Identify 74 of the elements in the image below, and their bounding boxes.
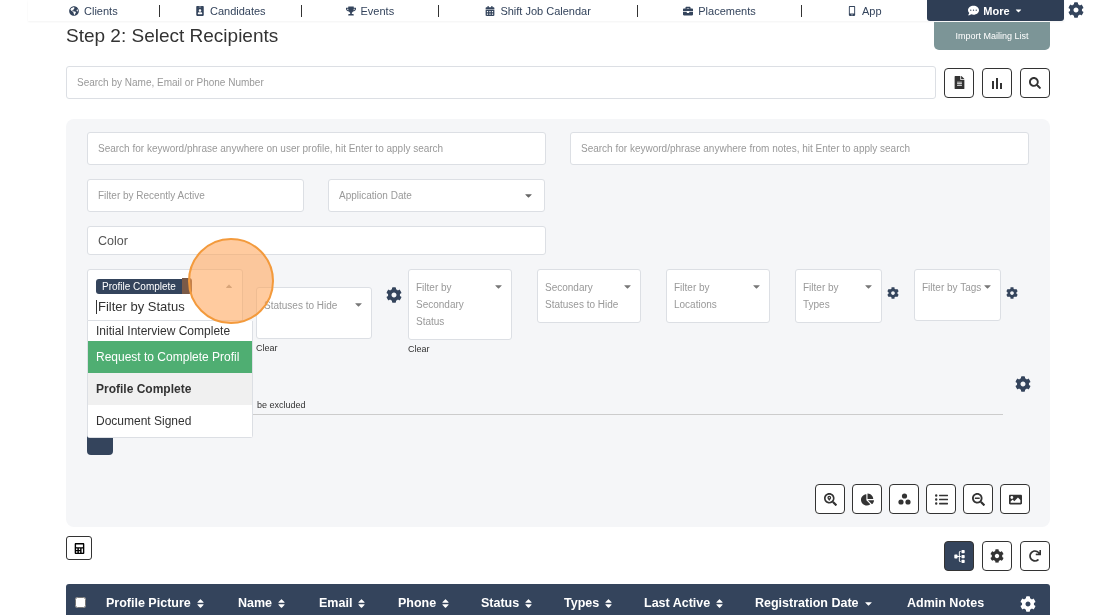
settings-icon[interactable] — [386, 287, 402, 303]
location-search-icon — [823, 492, 837, 506]
tool-button[interactable] — [815, 484, 845, 514]
dots-icon — [897, 493, 911, 505]
status-tag: Profile Complete — [96, 278, 182, 294]
sort-icon[interactable] — [603, 597, 615, 609]
chat-icon — [968, 5, 980, 16]
search-button[interactable] — [1020, 67, 1050, 98]
nav-link[interactable]: App — [801, 4, 927, 17]
document-button[interactable] — [944, 67, 974, 98]
nav-icon — [345, 5, 356, 16]
tool-button[interactable] — [852, 484, 882, 514]
refresh-icon — [1029, 550, 1041, 562]
nav-link[interactable]: Events — [301, 4, 439, 17]
tool-button[interactable] — [926, 484, 956, 514]
column-header[interactable]: Email — [319, 596, 398, 610]
nav-link[interactable]: Shift Job Calendar — [438, 4, 639, 17]
column-header[interactable]: Phone — [398, 596, 481, 610]
settings-icon[interactable] — [887, 287, 899, 299]
chart-button[interactable] — [982, 67, 1012, 98]
hierarchy-button[interactable] — [944, 541, 974, 571]
sort-icon[interactable] — [356, 597, 368, 609]
settings-icon[interactable] — [1015, 376, 1031, 392]
calculator-button[interactable] — [66, 536, 92, 560]
column-header[interactable]: Registration Date — [755, 596, 907, 610]
settings-icon[interactable] — [1068, 2, 1084, 18]
sort-icon[interactable] — [276, 597, 288, 609]
nav-link[interactable]: Placements — [638, 4, 802, 17]
nav-icon — [194, 5, 205, 16]
exclusion-note: be excluded — [257, 400, 306, 410]
tag-remove-icon[interactable] — [181, 278, 192, 294]
page-title: Step 2: Select Recipients — [66, 25, 279, 48]
caret-icon — [1013, 6, 1023, 15]
sort-icon[interactable] — [194, 597, 206, 609]
pie-chart-icon — [860, 492, 874, 506]
column-header[interactable]: Last Active — [644, 596, 755, 610]
clear-link[interactable]: Clear — [256, 343, 372, 353]
color-field[interactable]: Color — [87, 226, 546, 255]
tool-button[interactable] — [963, 484, 993, 514]
column-header[interactable]: Name — [238, 596, 319, 610]
column-header[interactable]: Status — [481, 596, 564, 610]
status-filter-input[interactable]: Filter by Status — [96, 300, 185, 314]
nav-icon — [683, 5, 694, 16]
column-header[interactable]: Profile Picture — [106, 596, 238, 610]
clear-link[interactable]: Clear — [408, 344, 512, 354]
image-icon — [1008, 492, 1022, 506]
settings-button[interactable] — [982, 541, 1012, 571]
sort-icon[interactable] — [440, 597, 452, 609]
document-icon — [952, 76, 966, 89]
settings-icon — [990, 549, 1004, 563]
column-header[interactable]: Admin Notes — [907, 596, 1012, 610]
tool-button[interactable] — [889, 484, 919, 514]
refresh-button[interactable] — [1020, 541, 1050, 571]
calculator-icon — [73, 542, 85, 554]
nav-icon — [485, 5, 496, 16]
select-all-checkbox[interactable] — [75, 597, 86, 608]
hierarchy-icon — [952, 549, 966, 563]
more-menu-button[interactable]: More — [927, 0, 1064, 21]
settings-icon[interactable] — [1006, 287, 1018, 299]
sort-icon[interactable] — [523, 597, 535, 609]
search-icon — [1029, 76, 1041, 89]
column-header[interactable]: Types — [564, 596, 644, 610]
nav-link[interactable]: Clients — [28, 4, 160, 17]
settings-icon[interactable] — [1020, 596, 1036, 612]
bar-chart-icon — [991, 76, 1003, 89]
sort-icon[interactable] — [714, 597, 726, 609]
status-option[interactable]: Profile Complete — [88, 373, 252, 405]
nav-icon — [846, 5, 857, 16]
nav-link[interactable]: Candidates — [159, 4, 302, 17]
status-multiselect[interactable]: Profile Complete Filter by Status — [87, 269, 243, 321]
nav-icon — [69, 5, 80, 16]
list-search-icon — [934, 492, 948, 506]
tool-button[interactable] — [1000, 484, 1030, 514]
search-minus-icon — [971, 492, 985, 506]
